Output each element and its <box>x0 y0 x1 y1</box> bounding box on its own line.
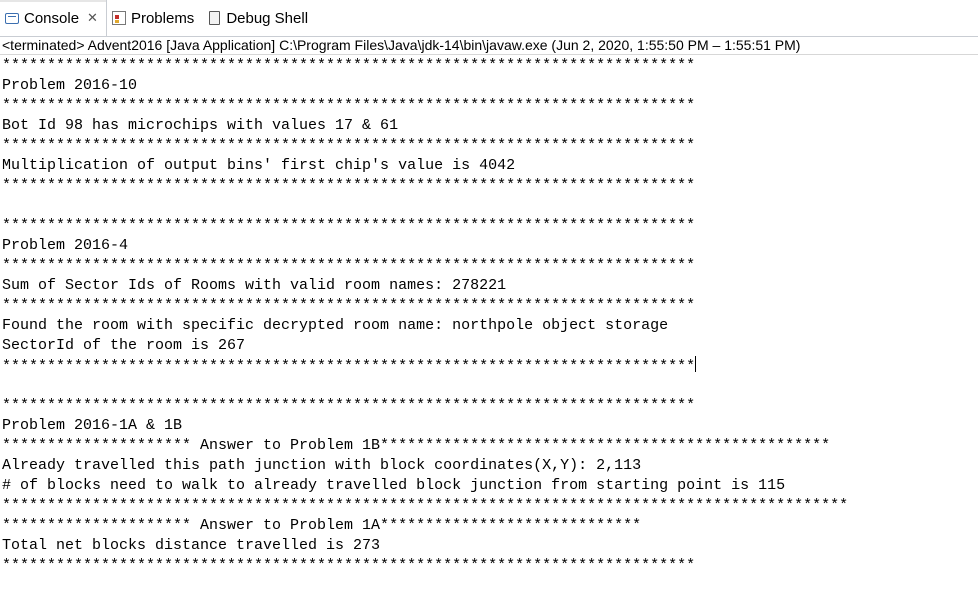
console-line: Problem 2016-1A & 1B <box>2 417 183 434</box>
console-line: ****************************************… <box>2 356 697 375</box>
console-line: Bot Id 98 has microchips with values 17 … <box>2 117 399 134</box>
problems-icon <box>111 10 127 26</box>
debug-shell-icon <box>206 10 222 26</box>
tab-problems[interactable]: Problems <box>107 0 202 36</box>
view-tab-bar: Console ✕ Problems Debug Shell <box>0 0 978 37</box>
console-line: ********************* Answer to Problem … <box>2 437 831 454</box>
tab-console[interactable]: Console ✕ <box>0 0 107 36</box>
process-status-label: <terminated> Advent2016 [Java Applicatio… <box>2 37 801 53</box>
console-line: ****************************************… <box>2 397 696 414</box>
tab-debug-shell[interactable]: Debug Shell <box>202 0 316 36</box>
console-line: # of blocks need to walk to already trav… <box>2 477 786 494</box>
console-line: ********************* Answer to Problem … <box>2 517 642 534</box>
console-icon <box>4 10 20 26</box>
console-line: Found the room with specific decrypted r… <box>2 317 669 334</box>
text-cursor <box>695 356 697 372</box>
console-line: ****************************************… <box>2 217 696 234</box>
console-line: ****************************************… <box>2 297 696 314</box>
console-line: ****************************************… <box>2 557 696 574</box>
console-line: Sum of Sector Ids of Rooms with valid ro… <box>2 277 507 294</box>
console-line: ****************************************… <box>2 137 696 154</box>
close-icon[interactable]: ✕ <box>87 10 98 26</box>
console-line: Problem 2016-10 <box>2 77 138 94</box>
console-line: Already travelled this path junction wit… <box>2 457 642 474</box>
tab-problems-label: Problems <box>130 9 195 27</box>
console-line: ****************************************… <box>2 177 696 194</box>
tab-debug-shell-label: Debug Shell <box>226 9 309 27</box>
console-line: Multiplication of output bins' first chi… <box>2 157 516 174</box>
console-line: Total net blocks distance travelled is 2… <box>2 537 381 554</box>
console-line: ****************************************… <box>2 57 696 74</box>
console-line: ****************************************… <box>2 257 696 274</box>
console-line: ****************************************… <box>2 497 849 514</box>
console-line: ****************************************… <box>2 97 696 114</box>
console-line: SectorId of the room is 267 <box>2 337 246 354</box>
tab-console-label: Console <box>24 9 80 27</box>
console-output[interactable]: ****************************************… <box>2 56 848 576</box>
console-line: Problem 2016-4 <box>2 237 129 254</box>
divider <box>0 54 978 55</box>
